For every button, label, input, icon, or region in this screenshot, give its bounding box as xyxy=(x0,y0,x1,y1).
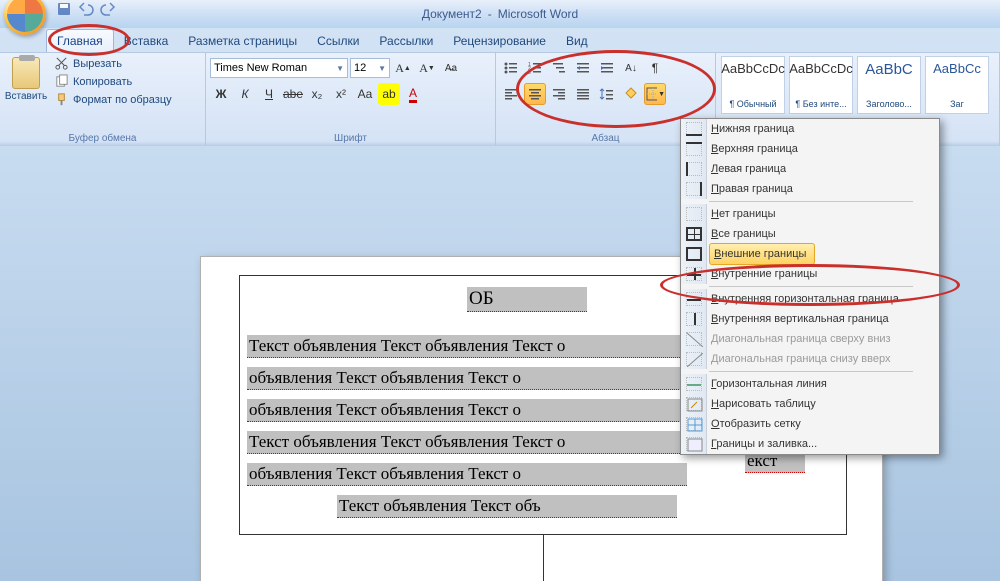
copy-button[interactable]: Копировать xyxy=(50,73,176,90)
bullets-button[interactable] xyxy=(500,57,522,79)
chevron-down-icon: ▼ xyxy=(336,64,344,73)
tab-review[interactable]: Рецензирование xyxy=(443,30,556,52)
show-marks-button[interactable]: ¶ xyxy=(644,57,666,79)
border-top-icon xyxy=(681,139,707,159)
border-iv-icon xyxy=(681,309,707,329)
bold-button[interactable]: Ж xyxy=(210,83,232,105)
cut-button[interactable]: Вырезать xyxy=(50,55,176,72)
tab-page-layout[interactable]: Разметка страницы xyxy=(178,30,307,52)
border-diag1-icon xyxy=(681,329,707,349)
copy-icon xyxy=(54,74,69,89)
border-menu-item-draw[interactable]: Нарисовать таблицу xyxy=(707,394,824,414)
border-ih-icon xyxy=(681,289,707,309)
shrink-font-button[interactable]: A▼ xyxy=(416,57,438,79)
brush-icon xyxy=(54,92,69,107)
sort-button[interactable]: A↓ xyxy=(620,57,642,79)
format-painter-button[interactable]: Формат по образцу xyxy=(50,91,176,108)
border-menu-item-bottom[interactable]: Нижняя граница xyxy=(707,119,802,139)
font-group-label: Шрифт xyxy=(210,131,491,146)
border-outside-icon xyxy=(681,244,707,264)
font-size-combo[interactable]: 12▼ xyxy=(350,58,390,78)
border-menu-item-none[interactable]: Нет границы xyxy=(707,204,783,224)
border-menu-item-diag1: Диагональная граница сверху вниз xyxy=(707,329,899,349)
document-name: Документ2 xyxy=(422,7,482,21)
border-inside-icon xyxy=(681,264,707,284)
tab-references[interactable]: Ссылки xyxy=(307,30,369,52)
border-hline-icon xyxy=(681,374,707,394)
border-left-icon xyxy=(681,159,707,179)
border-grid-icon xyxy=(681,414,707,434)
border-menu-item-inside[interactable]: Внутренние границы xyxy=(707,264,825,284)
grow-font-button[interactable]: A▲ xyxy=(392,57,414,79)
decrease-indent-button[interactable] xyxy=(572,57,594,79)
shading-button[interactable] xyxy=(620,83,642,105)
chevron-down-icon: ▼ xyxy=(658,91,665,98)
align-center-button[interactable] xyxy=(524,83,546,105)
tab-view[interactable]: Вид xyxy=(556,30,598,52)
font-color-button[interactable]: A xyxy=(402,83,424,105)
quick-access-toolbar xyxy=(56,1,116,17)
border-menu-item-right[interactable]: Правая граница xyxy=(707,179,801,199)
subscript-button[interactable]: x₂ xyxy=(306,83,328,105)
underline-button[interactable]: Ч xyxy=(258,83,280,105)
border-diag2-icon xyxy=(681,349,707,369)
save-icon[interactable] xyxy=(56,1,72,17)
tab-mailings[interactable]: Рассылки xyxy=(369,30,443,52)
border-menu-item-diag2: Диагональная граница снизу вверх xyxy=(707,349,898,369)
tab-insert[interactable]: Вставка xyxy=(114,30,179,52)
border-menu-item-ih[interactable]: Внутренняя горизонтальная граница xyxy=(707,289,907,309)
border-draw-icon xyxy=(681,394,707,414)
tab-home[interactable]: Главная xyxy=(46,29,114,52)
app-name: Microsoft Word xyxy=(498,7,578,21)
italic-button[interactable]: К xyxy=(234,83,256,105)
font-name-combo[interactable]: Times New Roman▼ xyxy=(210,58,348,78)
change-case-button[interactable]: Aa xyxy=(354,83,376,105)
border-right-icon xyxy=(681,179,707,199)
numbering-button[interactable]: 123 xyxy=(524,57,546,79)
borders-dropdown-menu: Нижняя границаВерхняя границаЛевая грани… xyxy=(680,118,940,455)
strikethrough-button[interactable]: abe xyxy=(282,83,304,105)
style-normal[interactable]: AaBbCcDc¶ Обычный xyxy=(721,56,785,114)
border-menu-item-dialog[interactable]: Границы и заливка... xyxy=(707,434,825,454)
border-menu-item-left[interactable]: Левая граница xyxy=(707,159,794,179)
border-menu-item-iv[interactable]: Внутренняя вертикальная граница xyxy=(707,309,897,329)
border-menu-item-hline[interactable]: Горизонтальная линия xyxy=(707,374,835,394)
style-heading2[interactable]: AaBbCcЗаг xyxy=(925,56,989,114)
multilevel-list-button[interactable] xyxy=(548,57,570,79)
border-dialog-icon xyxy=(681,434,707,454)
align-left-button[interactable] xyxy=(500,83,522,105)
style-heading1[interactable]: AaBbCЗаголово... xyxy=(857,56,921,114)
paste-button[interactable]: Вставить xyxy=(4,55,48,104)
clipboard-group-label: Буфер обмена xyxy=(4,131,201,146)
line-spacing-button[interactable] xyxy=(596,83,618,105)
highlight-button[interactable]: ab xyxy=(378,83,400,105)
scissors-icon xyxy=(54,56,69,71)
increase-indent-button[interactable] xyxy=(596,57,618,79)
borders-button[interactable]: ▼ xyxy=(644,83,666,105)
align-right-button[interactable] xyxy=(548,83,570,105)
style-no-spacing[interactable]: AaBbCcDc¶ Без инте... xyxy=(789,56,853,114)
paste-icon xyxy=(12,57,40,89)
border-bottom-icon xyxy=(681,119,707,139)
clear-formatting-button[interactable]: A̶a xyxy=(440,57,462,79)
justify-button[interactable] xyxy=(572,83,594,105)
superscript-button[interactable]: x² xyxy=(330,83,352,105)
border-none-icon xyxy=(681,204,707,224)
border-all-icon xyxy=(681,224,707,244)
undo-icon[interactable] xyxy=(78,1,94,17)
ribbon-tabs: Главная Вставка Разметка страницы Ссылки… xyxy=(0,28,1000,52)
border-menu-item-all[interactable]: Все границы xyxy=(707,224,784,244)
border-menu-item-top[interactable]: Верхняя граница xyxy=(707,139,806,159)
border-menu-item-grid[interactable]: Отобразить сетку xyxy=(707,414,809,434)
redo-icon[interactable] xyxy=(100,1,116,17)
svg-text:3: 3 xyxy=(528,70,531,76)
border-menu-item-outside[interactable]: Внешние границы xyxy=(709,243,815,265)
chevron-down-icon: ▼ xyxy=(378,64,386,73)
